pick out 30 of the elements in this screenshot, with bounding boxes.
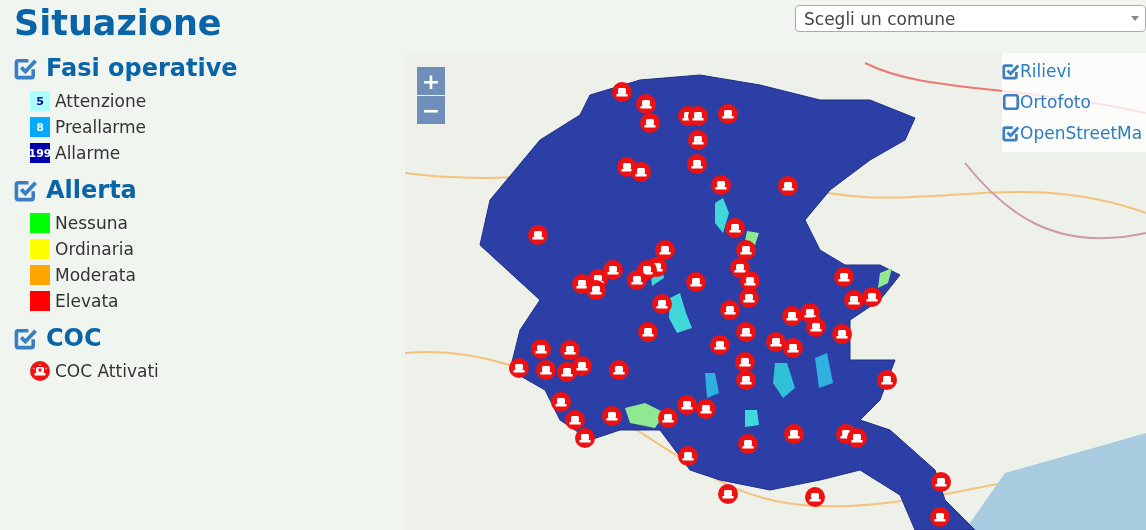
count-badge: 5 (30, 91, 50, 111)
section-heading: Fasi operative (46, 54, 238, 82)
page-title: Situazione (14, 2, 223, 44)
siren-icon (30, 361, 50, 381)
section-heading: COC (46, 324, 102, 352)
checkbox[interactable] (14, 326, 38, 350)
count-badge: 199 (30, 143, 50, 163)
section-heading: Allerta (46, 176, 137, 204)
count-badge: 8 (30, 117, 50, 137)
legend-label: Ordinaria (55, 239, 134, 259)
legend-label: Attenzione (55, 91, 147, 111)
legend-label: COC Attivati (55, 361, 159, 381)
legend-label: Elevata (55, 291, 119, 311)
checkbox[interactable] (14, 56, 38, 80)
layer-label[interactable]: Ortofoto (1020, 91, 1091, 112)
legend-label: Preallarme (55, 117, 147, 137)
checkbox[interactable] (14, 178, 38, 202)
layer-label[interactable]: OpenStreetMa (1020, 122, 1143, 143)
legend-label: Nessuna (55, 213, 128, 233)
legend-label: Moderata (55, 265, 136, 285)
caret-icon (1131, 16, 1139, 21)
zoom-out-button[interactable]: − (417, 96, 445, 124)
checkbox[interactable] (1002, 123, 1020, 142)
zoom-in-button[interactable]: + (417, 67, 445, 95)
checkbox[interactable] (1002, 61, 1020, 80)
layer-label[interactable]: Rilievi (1020, 60, 1072, 81)
legend-label: Allarme (55, 143, 121, 163)
checkbox[interactable] (1002, 92, 1020, 111)
map[interactable]: + − Rilievi Ortofoto OpenStreetMa (405, 53, 1146, 530)
comune-select[interactable]: Scegli un comune (795, 5, 1146, 32)
